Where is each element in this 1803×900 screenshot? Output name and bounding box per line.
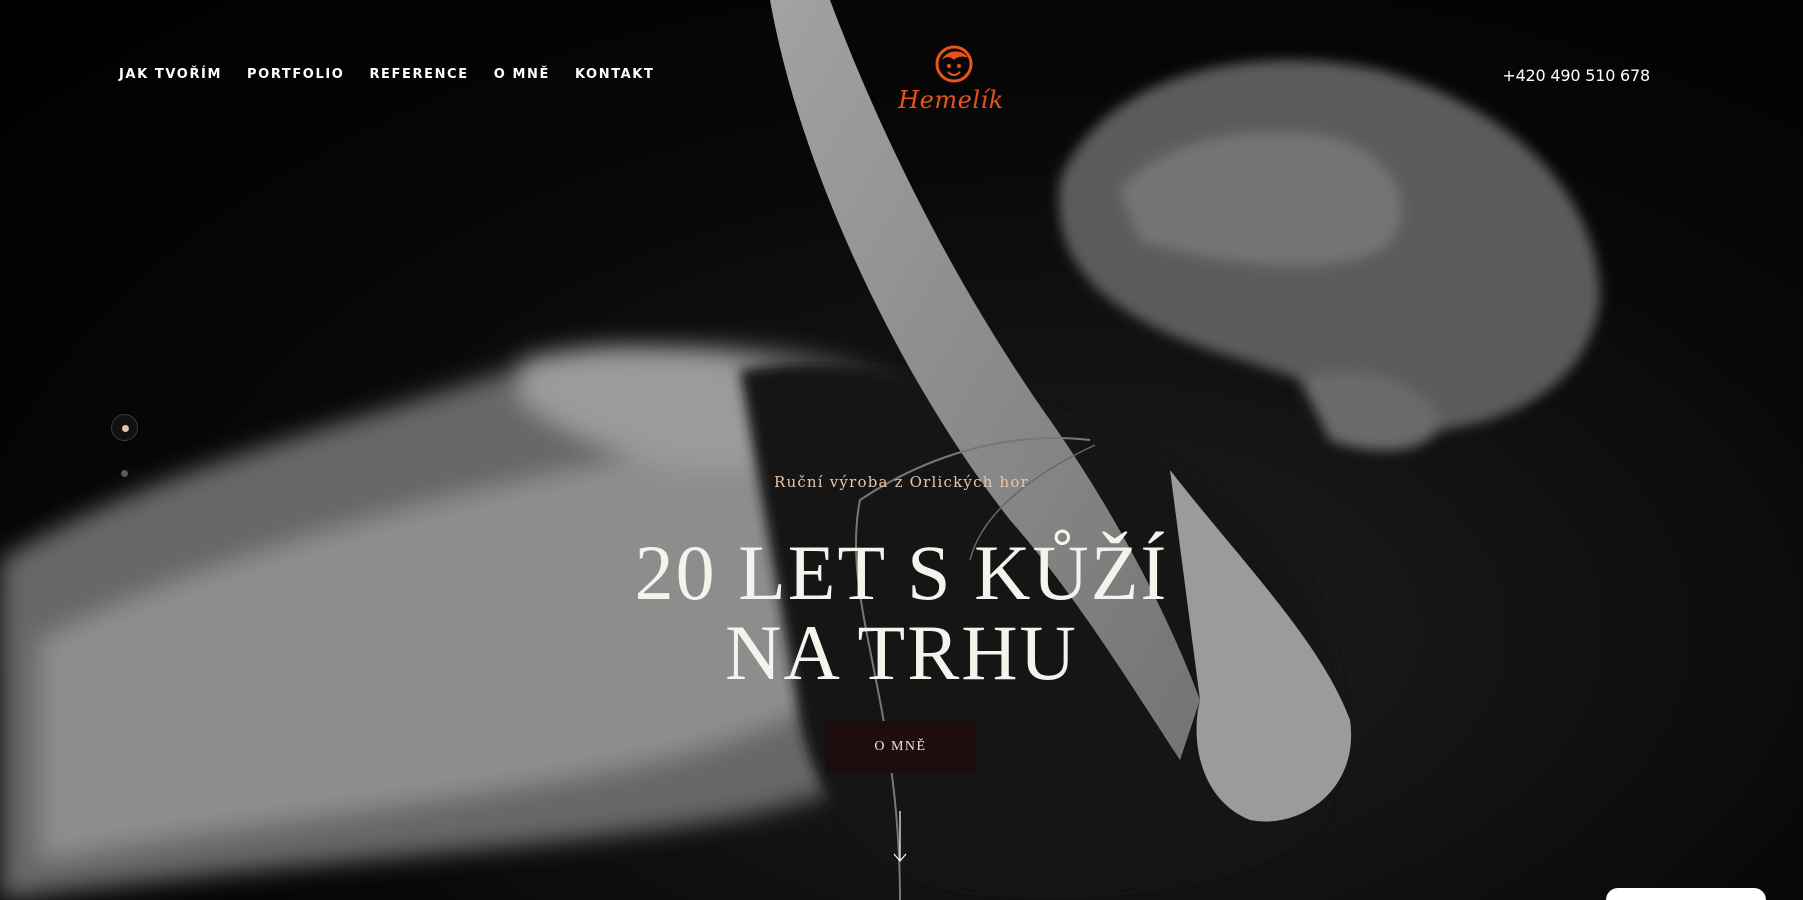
arrow-down-icon[interactable]	[890, 811, 910, 863]
nav-reference[interactable]: REFERENCE	[369, 66, 468, 84]
main-navigation: JAK TVOŘÍM PORTFOLIO REFERENCE O MNĚ KON…	[119, 66, 679, 84]
site-logo[interactable]: Hemelík	[888, 42, 1014, 118]
hero-headline-line-1: 20 LET S KŮŽÍ	[634, 529, 1169, 616]
hero-headline: 20 LET S KŮŽÍ NA TRHU	[0, 533, 1803, 693]
hero-tagline: Ruční výroba z Orlických hor	[773, 473, 1030, 491]
hero-section: JAK TVOŘÍM PORTFOLIO REFERENCE O MNĚ KON…	[0, 0, 1803, 900]
nav-kontakt[interactable]: KONTAKT	[575, 66, 654, 84]
hero-headline-line-2: NA TRHU	[725, 609, 1078, 696]
head-icon	[935, 45, 973, 83]
slider-dot-active[interactable]	[111, 414, 138, 441]
about-me-button[interactable]: O MNĚ	[825, 721, 976, 773]
nav-jak-tvorim[interactable]: JAK TVOŘÍM	[119, 66, 222, 84]
nav-portfolio[interactable]: PORTFOLIO	[247, 66, 344, 84]
chat-widget-tab[interactable]	[1606, 888, 1766, 900]
nav-o-mne[interactable]: O MNĚ	[494, 66, 550, 84]
logo-wordmark: Hemelík	[898, 86, 1004, 114]
phone-link[interactable]: +420 490 510 678	[1502, 66, 1650, 85]
